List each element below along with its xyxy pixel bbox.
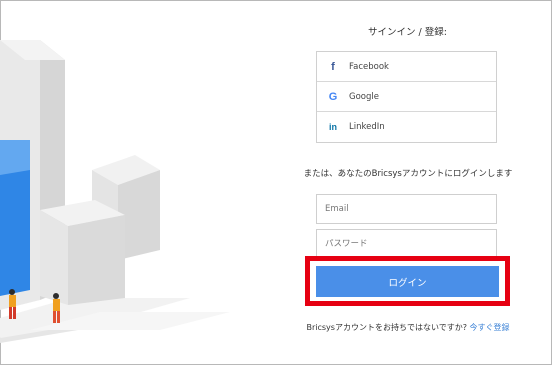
google-login-button[interactable]: G Google — [317, 82, 496, 112]
social-login-group: f Facebook G Google in LinkedIn — [316, 51, 497, 143]
facebook-login-button[interactable]: f Facebook — [317, 52, 496, 82]
linkedin-label: LinkedIn — [349, 122, 385, 132]
facebook-icon: f — [331, 60, 335, 73]
linkedin-icon: in — [329, 122, 337, 132]
email-field[interactable] — [316, 194, 497, 224]
account-login-text: または、あなたのBricsysアカウントにログインします — [303, 169, 513, 179]
google-icon: G — [328, 90, 338, 103]
google-label: Google — [349, 91, 379, 102]
password-field[interactable] — [316, 229, 497, 259]
signup-link[interactable]: 今すぐ登録 — [470, 323, 510, 332]
signin-title: サインイン / 登録: — [368, 27, 447, 38]
signup-line: Bricsysアカウントをお持ちではないですか? 今すぐ登録 — [287, 322, 529, 333]
facebook-label: Facebook — [349, 61, 389, 72]
building-illustration — [0, 40, 230, 343]
signup-prompt: Bricsysアカウントをお持ちではないですか? — [306, 323, 467, 332]
linkedin-login-button[interactable]: in LinkedIn — [317, 112, 496, 142]
login-highlight-box — [305, 256, 510, 306]
